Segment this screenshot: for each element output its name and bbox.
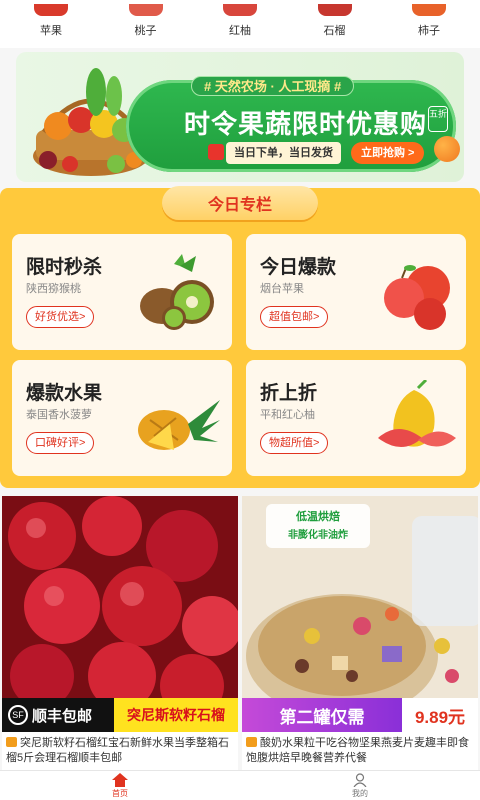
pomelo-icon bbox=[378, 380, 456, 447]
product-promo-strip: 第二罐仅需 9.89元 bbox=[242, 698, 478, 732]
tab-label: 我的 bbox=[352, 788, 368, 798]
special-card-hot-item[interactable]: 今日爆款 烟台苹果 超值包邮> bbox=[246, 234, 466, 350]
category-item-apple[interactable]: 苹果 bbox=[12, 0, 90, 48]
card-cta-button[interactable]: 好货优选> bbox=[26, 306, 95, 328]
product-description-text: 酸奶水果粒干吃谷物坚果燕麦片麦趣丰即食饱腹烘焙早晚餐营养代餐 bbox=[246, 737, 469, 764]
category-label: 石榴 bbox=[323, 25, 346, 37]
feature-line-1: 低温烘焙 bbox=[296, 511, 340, 523]
persimmon-icon bbox=[412, 4, 446, 16]
product-card-oatmeal[interactable]: 低温烘焙 非膨化非油炸 第二罐仅需 9.89元 酸奶水果粒干吃谷物坚果燕麦片麦趣… bbox=[242, 496, 478, 774]
tab-profile[interactable]: 我的 bbox=[240, 771, 480, 800]
today-special-title: 今日专栏 bbox=[162, 186, 318, 220]
category-item-pomegranate[interactable]: 石榴 bbox=[296, 0, 374, 48]
card-subtitle: 烟台苹果 bbox=[260, 283, 304, 295]
product-description: 酸奶水果粒干吃谷物坚果燕麦片麦趣丰即食饱腹烘焙早晚餐营养代餐 bbox=[246, 736, 474, 768]
apple-icon bbox=[384, 265, 450, 330]
card-title: 爆款水果 bbox=[26, 383, 103, 404]
price-label: 9.89元 bbox=[414, 707, 466, 727]
card-title: 折上折 bbox=[260, 383, 318, 404]
category-label: 苹果 bbox=[40, 25, 62, 37]
product-name-label: 突尼斯软籽石榴 bbox=[127, 707, 225, 723]
banner-tag: # 天然农场 · 人工现摘 # bbox=[191, 76, 355, 96]
price-strip: 9.89元 bbox=[402, 698, 478, 732]
category-label: 桃子 bbox=[134, 25, 157, 37]
sf-express-icon: SF bbox=[8, 705, 28, 725]
card-cta-button[interactable]: 口碑好评> bbox=[26, 432, 95, 454]
apple-icon bbox=[34, 4, 68, 16]
special-card-bestseller[interactable]: 爆款水果 泰国香水菠萝 口碑好评> bbox=[12, 360, 232, 476]
product-card-pomegranate[interactable]: SF 顺丰包邮 突尼斯软籽石榴 突尼斯软籽石榴红宝石新鲜水果当季整箱石榴5斤会理… bbox=[2, 496, 238, 774]
pomegranate-icon bbox=[317, 4, 352, 16]
product-name-strip: 突尼斯软籽石榴 bbox=[114, 698, 238, 732]
user-icon bbox=[353, 772, 367, 787]
card-subtitle: 平和红心柚 bbox=[260, 409, 315, 421]
category-strip: 苹果 桃子 红柚 石榴 柿子 bbox=[0, 0, 480, 48]
feature-line-2: 非膨化非油炸 bbox=[288, 530, 348, 541]
category-label: 柿子 bbox=[418, 25, 440, 37]
card-title: 限时秒杀 bbox=[26, 257, 103, 278]
card-subtitle: 泰国香水菠萝 bbox=[26, 409, 92, 421]
product-description: 突尼斯软籽石榴红宝石新鲜水果当季整箱石榴5斤会理石榴顺丰包邮 bbox=[6, 736, 234, 768]
tab-label: 首页 bbox=[112, 788, 128, 798]
category-item-persimmon[interactable]: 柿子 bbox=[390, 0, 468, 48]
shipping-strip: SF 顺丰包邮 bbox=[2, 698, 114, 732]
discount-badge: 五折 bbox=[428, 106, 448, 132]
second-jar-label: 第二罐仅需 bbox=[279, 707, 365, 727]
grapefruit-icon bbox=[223, 4, 257, 16]
gift-icon bbox=[208, 144, 224, 160]
banner-headline: 时令果蔬限时优惠购 bbox=[184, 109, 428, 139]
category-item-peach[interactable]: 桃子 bbox=[107, 0, 185, 48]
second-jar-strip: 第二罐仅需 bbox=[242, 698, 402, 732]
special-card-discount[interactable]: 折上折 平和红心柚 物超所值> bbox=[246, 360, 466, 476]
home-icon bbox=[112, 772, 128, 787]
card-subtitle: 陕西猕猴桃 bbox=[26, 283, 81, 295]
special-card-flash-sale[interactable]: 限时秒杀 陕西猕猴桃 好货优选> bbox=[12, 234, 232, 350]
card-cta-button[interactable]: 超值包邮> bbox=[260, 306, 329, 328]
card-title: 今日爆款 bbox=[260, 257, 337, 278]
card-cta-button[interactable]: 物超所值> bbox=[260, 432, 329, 454]
tmall-flag-icon bbox=[6, 737, 17, 747]
product-promo-strip: SF 顺丰包邮 突尼斯软籽石榴 bbox=[2, 698, 238, 732]
shipping-label: 顺丰包邮 bbox=[32, 707, 93, 725]
promo-banner[interactable]: # 天然农场 · 人工现摘 # 时令果蔬限时优惠购 五折 当日下单，当日发货 立… bbox=[16, 52, 464, 182]
tab-home[interactable]: 首页 bbox=[0, 771, 240, 800]
category-item-grapefruit[interactable]: 红柚 bbox=[201, 0, 279, 48]
category-label: 红柚 bbox=[229, 25, 251, 37]
bottom-tab-bar: 首页 我的 bbox=[0, 770, 480, 800]
shipping-note: 当日下单，当日发货 bbox=[226, 142, 341, 164]
kiwi-icon bbox=[140, 254, 214, 330]
peach-icon bbox=[128, 4, 163, 16]
product-description-text: 突尼斯软籽石榴红宝石新鲜水果当季整箱石榴5斤会理石榴顺丰包邮 bbox=[6, 737, 229, 764]
tmall-flag-icon bbox=[246, 737, 257, 747]
today-special-label: 今日专栏 bbox=[207, 197, 272, 214]
buy-now-button[interactable]: 立即抢购 > bbox=[351, 142, 425, 164]
pineapple-icon bbox=[138, 400, 220, 450]
pomegranate-image bbox=[2, 496, 238, 732]
orange-icon bbox=[434, 136, 460, 162]
product-feature-label: 低温烘焙 非膨化非油炸 bbox=[266, 504, 370, 548]
